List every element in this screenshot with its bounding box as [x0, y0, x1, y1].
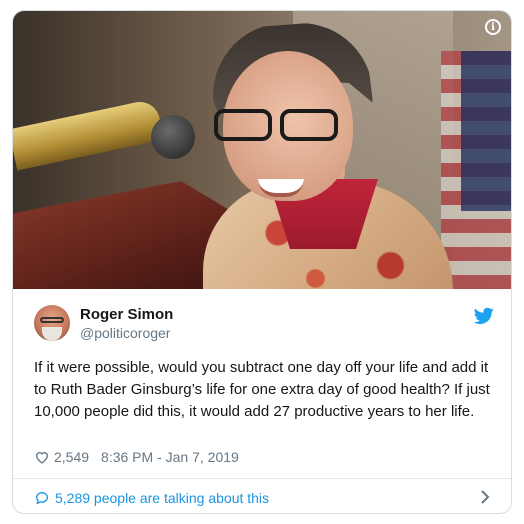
avatar[interactable] [34, 305, 70, 341]
tweet-meta: 2,549 8:36 PM - Jan 7, 2019 [34, 449, 239, 465]
tweet-photo[interactable]: i [13, 11, 511, 289]
avatar-beard [42, 327, 62, 341]
tweet-header: Roger Simon @politicoroger [34, 305, 494, 345]
avatar-glasses [40, 317, 64, 323]
divider [13, 478, 511, 479]
author-name[interactable]: Roger Simon [80, 306, 173, 323]
tweet-timestamp[interactable]: 8:36 PM - Jan 7, 2019 [101, 449, 239, 465]
photo-microphone-stand [13, 98, 165, 171]
info-icon[interactable]: i [485, 19, 501, 35]
speech-bubble-icon [35, 492, 49, 505]
heart-icon[interactable] [34, 449, 50, 465]
author-handle[interactable]: @politicoroger [80, 325, 170, 341]
talking-count[interactable]: 5,289 people are talking about this [55, 490, 269, 506]
like-count[interactable]: 2,549 [54, 449, 89, 465]
conversation-link[interactable]: 5,289 people are talking about this [34, 488, 490, 508]
twitter-bird-icon[interactable] [474, 307, 494, 325]
chevron-right-icon[interactable] [480, 490, 490, 504]
tweet-card[interactable]: i Roger Simon @politicoroger If it were … [12, 10, 512, 514]
tweet-text: If it were possible, would you subtract … [34, 359, 490, 420]
photo-glasses [200, 109, 350, 145]
photo-flag-field [461, 51, 511, 211]
photo-microphone [151, 115, 195, 159]
